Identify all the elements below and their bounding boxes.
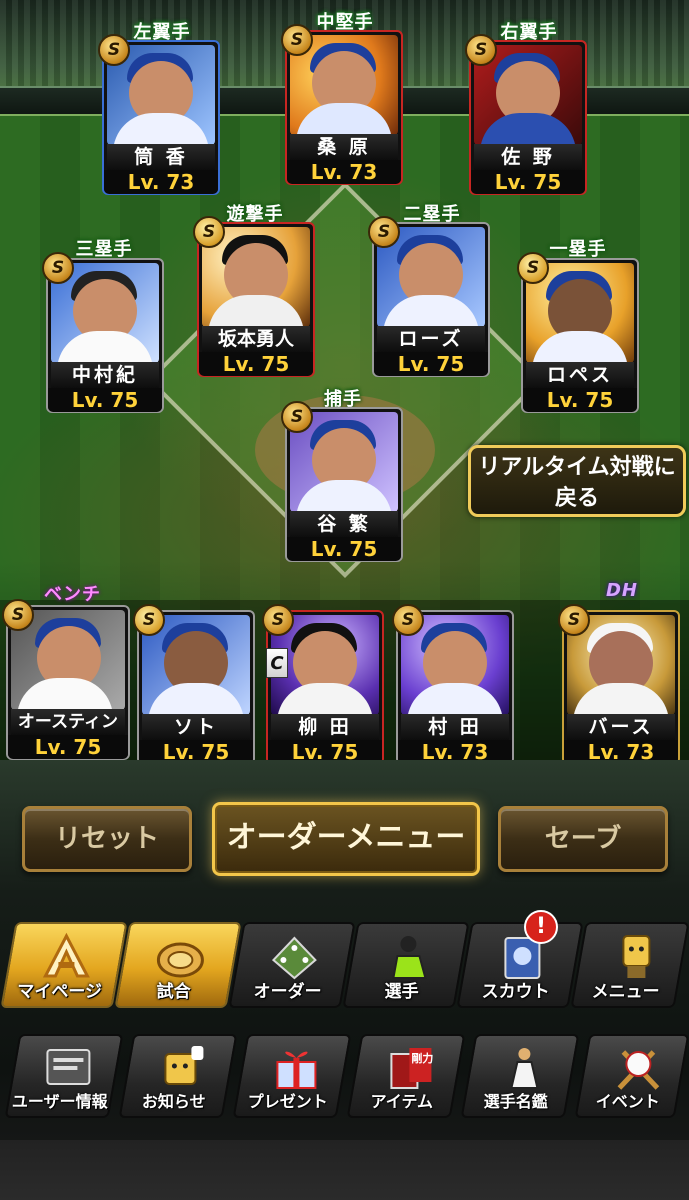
s-rank-badge: S — [392, 604, 424, 636]
s-rank-badge: S — [368, 216, 400, 248]
player-name: ローズ — [377, 326, 485, 352]
s-rank-badge: S — [281, 24, 313, 56]
player-level: Lv. 75 — [374, 352, 488, 376]
item-book-icon: 剛力 — [385, 1044, 435, 1092]
s-rank-badge: S — [42, 252, 74, 284]
field-icon — [269, 932, 319, 982]
nav-label: スカウト — [481, 982, 550, 1002]
s-rank-badge: S — [193, 216, 225, 248]
player-name: 筒 香 — [107, 144, 215, 170]
player-name: ソト — [142, 714, 250, 740]
nav-label: 選手名鑑 — [483, 1092, 548, 1111]
bench-card-4[interactable]: S 村 田 Lv. 73 — [392, 604, 514, 765]
save-button[interactable]: セーブ — [498, 806, 668, 872]
nav-mypage[interactable]: マイページ — [0, 922, 128, 1008]
nav-label: メニュー — [591, 982, 660, 1002]
player-level: Lv. 75 — [287, 537, 401, 561]
nav-menu[interactable]: メニュー — [570, 922, 689, 1008]
player-card-c[interactable]: S 谷 繁 Lv. 75 — [281, 401, 403, 562]
gift-icon — [271, 1044, 321, 1092]
player-card-3b[interactable]: S 中村紀 Lv. 75 — [42, 252, 164, 413]
back-button-line1: リアルタイム対戦に — [478, 455, 676, 480]
nav-order[interactable]: オーダー — [228, 922, 356, 1008]
s-rank-badge: S — [2, 599, 34, 631]
nav-present[interactable]: プレゼント — [232, 1034, 352, 1118]
bench-card-2[interactable]: S ソト Lv. 75 — [133, 604, 255, 765]
player-card-lf[interactable]: S 筒 香 Lv. 73 — [98, 34, 220, 195]
s-rank-badge: S — [98, 34, 130, 66]
item-tag: 剛力 — [411, 1052, 434, 1065]
user-info-icon — [43, 1044, 93, 1092]
back-to-realtime-button[interactable]: リアルタイム対戦に 戻る — [468, 445, 686, 517]
nav-label: マイページ — [17, 982, 103, 1002]
position-label-dh: DH — [605, 580, 638, 601]
nav-notice[interactable]: お知らせ — [118, 1034, 238, 1118]
player-level: Lv. 75 — [199, 352, 313, 376]
bench-card-3[interactable]: S C 柳 田 Lv. 75 — [262, 604, 384, 765]
bench-card-dh[interactable]: S バース Lv. 73 — [558, 604, 680, 765]
reset-button[interactable]: リセット — [22, 806, 192, 872]
s-rank-badge: S — [281, 401, 313, 433]
player-card-rf[interactable]: S 佐 野 Lv. 75 — [465, 34, 587, 195]
nav-players[interactable]: 選手 — [342, 922, 470, 1008]
c-rank-badge: C — [266, 648, 288, 678]
player-level: Lv. 75 — [471, 170, 585, 194]
nav-label: プレゼント — [247, 1092, 328, 1111]
nav-event[interactable]: イベント — [574, 1034, 689, 1118]
bottom-strip — [0, 1140, 689, 1200]
s-rank-badge: S — [517, 252, 549, 284]
s-rank-badge: S — [133, 604, 165, 636]
player-card-ss[interactable]: S 坂本勇人 Lv. 75 — [193, 216, 315, 377]
nav-label: 選手 — [384, 982, 419, 1002]
player-icon — [383, 932, 433, 982]
s-rank-badge: S — [465, 34, 497, 66]
nav-label: イベント — [595, 1092, 660, 1111]
directory-icon — [499, 1044, 549, 1092]
player-name: オースティン — [11, 709, 125, 735]
nav-label: ユーザー情報 — [11, 1092, 108, 1111]
s-rank-badge: S — [558, 604, 590, 636]
player-name: 村 田 — [401, 714, 509, 740]
player-name: バース — [567, 714, 675, 740]
player-name: 佐 野 — [474, 144, 582, 170]
player-card-cf[interactable]: S 桑 原 Lv. 73 — [281, 24, 403, 185]
player-card-2b[interactable]: S ローズ Lv. 75 — [368, 216, 490, 377]
nav-directory[interactable]: 選手名鑑 — [460, 1034, 580, 1118]
player-name: 桑 原 — [290, 134, 398, 160]
nav-label: アイテム — [370, 1092, 433, 1111]
nav-label: お知らせ — [141, 1092, 206, 1111]
nav-label: オーダー — [253, 982, 322, 1002]
player-level: Lv. 75 — [523, 388, 637, 412]
player-card-1b[interactable]: S ロペス Lv. 75 — [517, 252, 639, 413]
player-level: Lv. 75 — [8, 735, 128, 759]
game-screen: 左翼手 S 筒 香 Lv. 73 中堅手 S 桑 原 Lv. 73 右翼手 S … — [0, 0, 689, 1200]
event-ball-icon — [613, 1044, 663, 1092]
nav-user-info[interactable]: ユーザー情報 — [4, 1034, 124, 1118]
nav-scout[interactable]: スカウト — [456, 922, 584, 1008]
stadium-icon — [155, 932, 205, 982]
bench-card-1[interactable]: S オースティン Lv. 75 — [2, 599, 130, 760]
nav-game[interactable]: 試合 — [114, 922, 242, 1008]
home-a-icon — [41, 932, 91, 982]
player-name: 中村紀 — [51, 362, 159, 388]
s-rank-badge: S — [262, 604, 294, 636]
player-level: Lv. 73 — [104, 170, 218, 194]
scout-notification-badge: ! — [524, 910, 558, 944]
back-button-line2: 戻る — [554, 486, 599, 511]
position-label-bench: ベンチ — [44, 584, 101, 605]
player-name: 谷 繁 — [290, 511, 398, 537]
nav-item[interactable]: 剛力 アイテム — [346, 1034, 466, 1118]
player-name: 柳 田 — [271, 714, 379, 740]
menu-mascot-icon — [611, 932, 661, 982]
player-name: ロペス — [526, 362, 634, 388]
player-level: Lv. 75 — [48, 388, 162, 412]
player-level: Lv. 73 — [287, 160, 401, 184]
order-menu-button[interactable]: オーダーメニュー — [212, 802, 480, 876]
player-name: 坂本勇人 — [202, 326, 310, 352]
notice-icon — [157, 1044, 207, 1092]
nav-label: 試合 — [156, 982, 191, 1002]
